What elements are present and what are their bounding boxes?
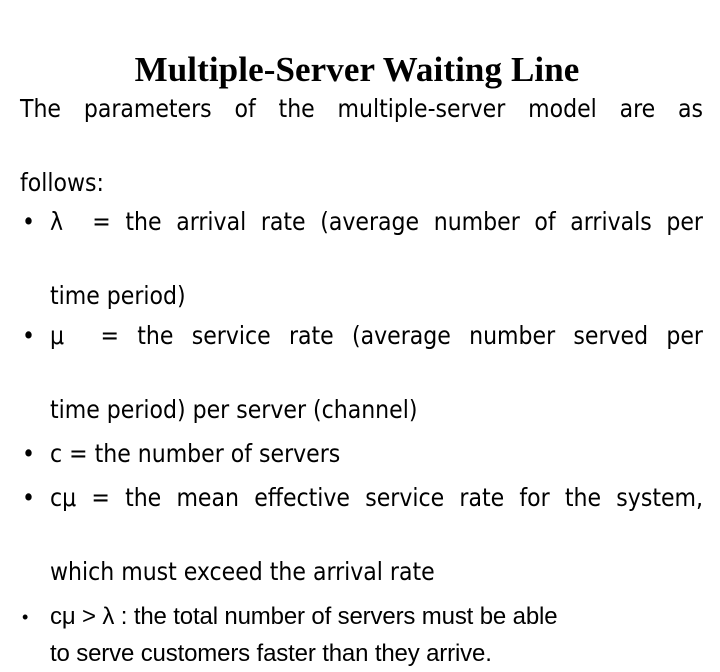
- list-item-line-1: μ = the service rate (average number ser…: [50, 317, 703, 391]
- parameter-symbol: μ =: [50, 321, 138, 350]
- list-item-text: μ = the service rate (average number ser…: [50, 317, 703, 428]
- parameter-description-1: the service rate (average number served …: [137, 321, 703, 350]
- parameter-description-1: the total number of servers must be able: [133, 603, 558, 630]
- parameter-symbol: cμ > λ :: [50, 603, 134, 630]
- parameter-symbol: c =: [50, 439, 95, 468]
- bullet-marker-icon: •: [22, 207, 36, 236]
- parameter-list: • λ = the arrival rate (average number o…: [20, 203, 703, 672]
- intro-line-2: follows:: [20, 168, 104, 197]
- bullet-marker-icon: •: [22, 321, 36, 350]
- list-item-line-1: c = the number of servers: [50, 435, 703, 472]
- list-item-text: cμ = the mean effective service rate for…: [50, 479, 703, 590]
- list-item: • λ = the arrival rate (average number o…: [20, 203, 703, 314]
- bullet-marker-icon: •: [22, 439, 36, 468]
- list-item: • cμ > λ : the total number of servers m…: [20, 598, 703, 672]
- list-item-line-1: cμ = the mean effective service rate for…: [50, 479, 703, 553]
- page-title: Multiple-Server Waiting Line: [134, 50, 580, 90]
- list-item-line-2: time period) per server (channel): [50, 395, 418, 424]
- slide-canvas: Multiple-Server Waiting Line The paramet…: [0, 0, 720, 667]
- bullet-marker-icon: •: [22, 607, 29, 627]
- bullet-marker-icon: •: [22, 483, 36, 512]
- list-item: • μ = the service rate (average number s…: [20, 317, 703, 428]
- intro-line-1: The parameters of the multiple-server mo…: [20, 94, 703, 123]
- parameter-symbol: λ =: [50, 207, 126, 236]
- parameter-description-1: the number of servers: [94, 439, 341, 468]
- parameter-symbol: cμ =: [50, 483, 126, 512]
- intro-paragraph: The parameters of the multiple-server mo…: [20, 90, 703, 201]
- list-item-text: cμ > λ : the total number of servers mus…: [50, 598, 703, 672]
- parameter-description-1: the arrival rate (average number of arri…: [125, 207, 703, 236]
- list-item-line-2: to serve customers faster than they arri…: [50, 640, 492, 667]
- list-item-line-1: λ = the arrival rate (average number of …: [50, 203, 703, 277]
- list-item-line-2: which must exceed the arrival rate: [50, 557, 435, 586]
- list-item: • c = the number of servers: [20, 435, 703, 472]
- list-item-text: c = the number of servers: [50, 435, 703, 472]
- slide-body: The parameters of the multiple-server mo…: [20, 90, 703, 672]
- list-item-line-2: time period): [50, 281, 186, 310]
- list-item-line-1: cμ > λ : the total number of servers mus…: [50, 598, 703, 635]
- list-item-text: λ = the arrival rate (average number of …: [50, 203, 703, 314]
- list-item: • cμ = the mean effective service rate f…: [20, 479, 703, 590]
- parameter-description-1: the mean effective service rate for the …: [125, 483, 703, 512]
